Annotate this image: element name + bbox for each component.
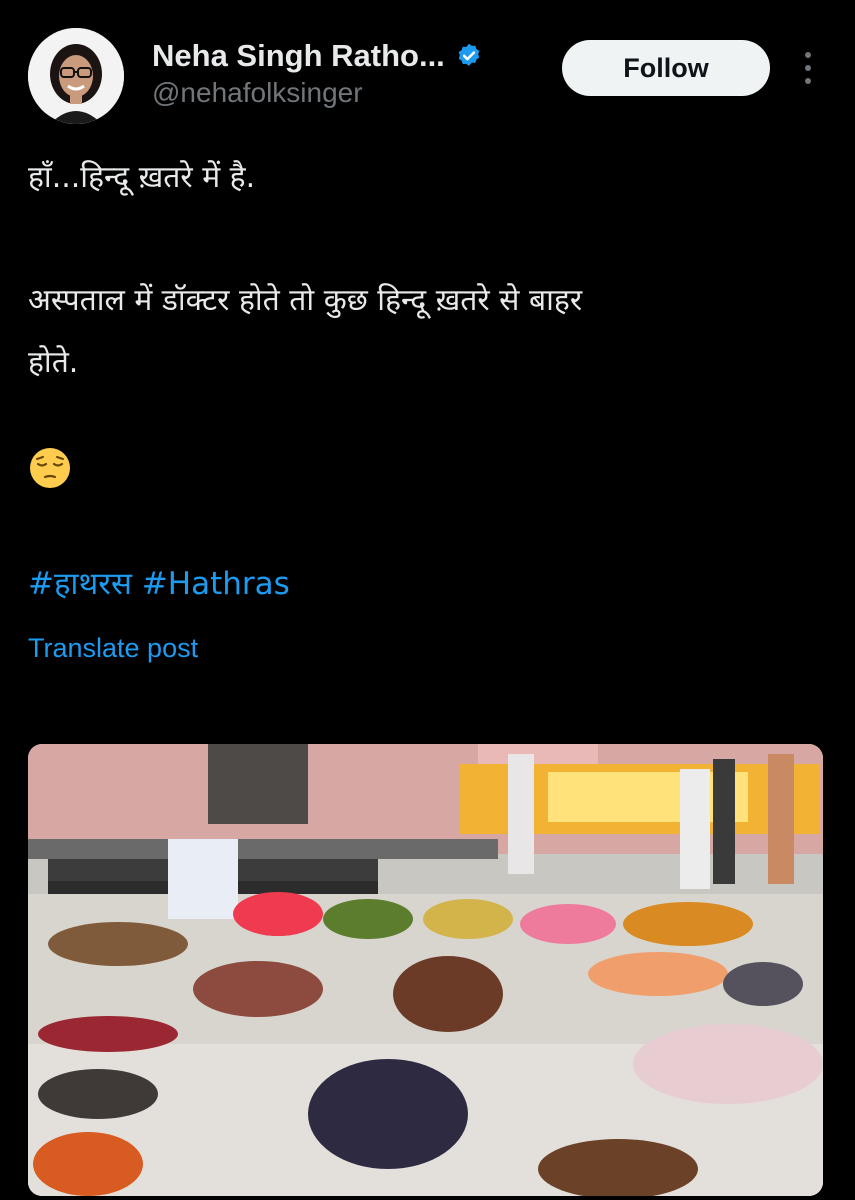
- author-display-name[interactable]: Neha Singh Ratho...: [152, 38, 445, 74]
- hashtag-link[interactable]: #हाथरस: [28, 566, 132, 602]
- pensive-face-icon: [28, 446, 72, 490]
- ellipsis-dot: [805, 52, 811, 58]
- hashtag-link[interactable]: #Hathras: [142, 566, 290, 602]
- follow-button[interactable]: Follow: [562, 40, 770, 96]
- ellipsis-dot: [805, 65, 811, 71]
- hashtags: #हाथरस #Hathras: [28, 562, 290, 604]
- post-header: Neha Singh Ratho... @nehafolksinger Foll…: [0, 0, 855, 130]
- post-text-line: होते.: [28, 345, 79, 380]
- post-text-line: अस्पताल में डॉक्टर होते तो कुछ हिन्दू ख़…: [28, 283, 583, 318]
- profile-photo-icon: [28, 28, 124, 124]
- author-name-row[interactable]: Neha Singh Ratho...: [152, 36, 483, 76]
- ellipsis-dot: [805, 78, 811, 84]
- verified-badge-icon: [455, 42, 483, 70]
- translate-post-link[interactable]: Translate post: [28, 633, 198, 664]
- vertical-ellipsis-icon[interactable]: [796, 48, 820, 88]
- photo-scene: [28, 744, 823, 1196]
- post-photo[interactable]: [28, 744, 823, 1196]
- post-text-line: हाँ...हिन्दू ख़तरे में है.: [28, 160, 256, 195]
- author-handle[interactable]: @nehafolksinger: [152, 77, 363, 109]
- author-avatar[interactable]: [28, 28, 124, 124]
